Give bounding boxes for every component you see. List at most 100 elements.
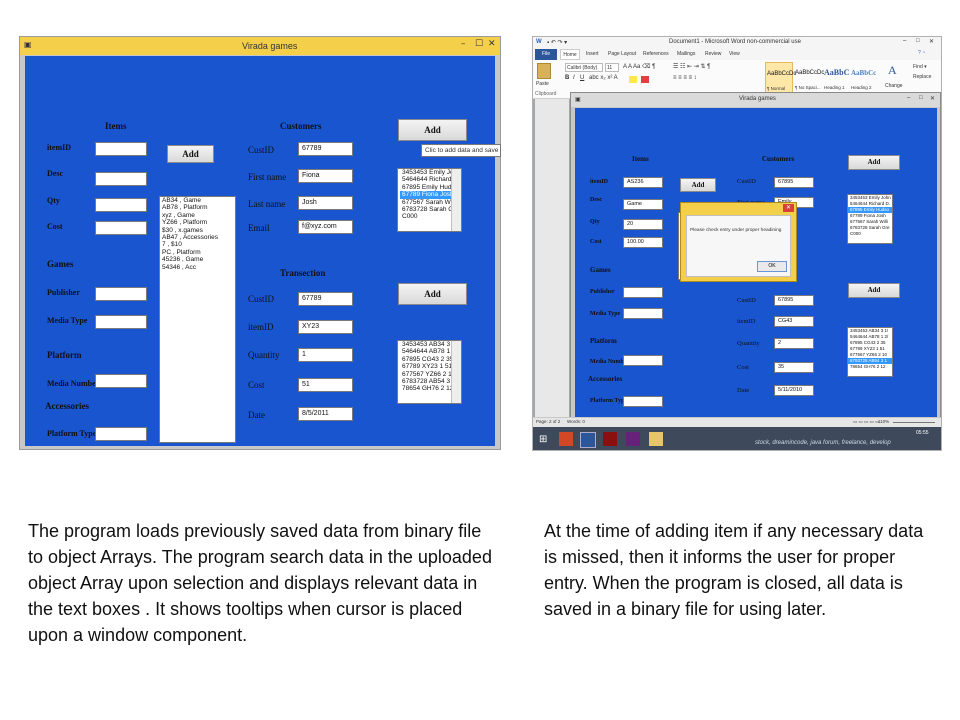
font-name-select[interactable]: Calibri (Body) (565, 63, 603, 72)
change-styles-label[interactable]: Change (885, 83, 903, 89)
tab-insert[interactable]: Insert (586, 51, 599, 57)
inner-desc-input[interactable]: Game (623, 199, 663, 210)
word-minimize-button[interactable]: – (903, 38, 906, 44)
quantity-input[interactable]: 1 (298, 348, 353, 362)
inner-add-transaction-button[interactable]: Add (848, 283, 900, 298)
inner-custid-input[interactable]: 67895 (774, 177, 814, 188)
inner-date-input[interactable]: 5/11/2010 (774, 385, 814, 396)
list-item[interactable]: AB78 , Platform (160, 204, 235, 211)
find-button[interactable]: Find ▾ (913, 64, 927, 70)
media-type-input[interactable] (95, 315, 147, 329)
close-button[interactable]: ✕ (488, 39, 496, 49)
change-styles-icon[interactable]: A (888, 63, 897, 78)
last-name-input[interactable]: Josh (298, 196, 353, 210)
list-item[interactable]: $30 , x.games (160, 227, 235, 234)
add-transaction-button[interactable]: Add (398, 283, 467, 305)
inner-add-item-button[interactable]: Add (680, 178, 716, 192)
quick-access-icon[interactable]: ▪ ↶ ↷ ▾ (547, 39, 567, 46)
list-item[interactable]: 67895 Emily Hudson (400, 184, 461, 191)
itemid-input[interactable] (95, 142, 147, 156)
style-heading-2[interactable]: AaBbCc Heading 2 (850, 62, 878, 94)
list-icons[interactable]: ☰ ☷ ⇤ ⇥ ⇅ ¶ (673, 63, 710, 70)
tab-home[interactable]: Home (560, 49, 580, 60)
file-explorer-icon[interactable] (649, 432, 663, 446)
custid-input[interactable]: 67789 (298, 142, 353, 156)
inner-platform-type-input[interactable] (623, 396, 663, 407)
inner-publisher-input[interactable] (623, 287, 663, 298)
email-input[interactable]: f@xyz.com (298, 220, 353, 234)
list-item[interactable]: xyz , Game (160, 212, 235, 219)
acrobat-icon[interactable] (603, 432, 617, 446)
list-item[interactable]: 3453453 Emily Johr (400, 169, 459, 176)
transactions-scrollbar[interactable] (451, 341, 461, 403)
style-normal[interactable]: AaBbCcDc ¶ Normal (765, 62, 796, 94)
paste-label[interactable]: Paste (536, 81, 549, 87)
list-item[interactable]: 67789 Fiona Josh (400, 191, 457, 199)
platform-type-input[interactable] (95, 427, 147, 441)
status-page[interactable]: Page: 2 of 2 (536, 419, 560, 424)
date-input[interactable]: 8/5/2011 (298, 407, 353, 421)
minimize-button[interactable]: – (461, 39, 466, 49)
list-item[interactable]: 78654 GH76 2 12 (400, 385, 457, 392)
tab-file[interactable]: File (535, 49, 557, 60)
list-item[interactable]: 5464644 Richard D. (400, 176, 460, 183)
list-item[interactable]: 677567 Sarah Willia (400, 199, 460, 206)
inner-transactions-listbox[interactable]: 3453453 AB34 3 1! 5464644 AB78 1 2/67895 … (847, 327, 893, 377)
word-maximize-button[interactable]: □ (916, 38, 920, 44)
list-item[interactable]: 67895 CG43 2 35 (400, 356, 457, 363)
start-icon[interactable]: ⊞ (539, 434, 547, 445)
transactions-listbox[interactable]: 3453453 AB34 3 1! 5464644 AB78 1 2/67895 … (397, 340, 462, 404)
list-item[interactable]: 677567 YZ66 2 10 (400, 371, 457, 378)
inner-close-button[interactable]: ✕ (930, 95, 935, 102)
list-item[interactable]: AB34 , Game (160, 197, 235, 204)
list-item[interactable]: PC , Platform (160, 249, 235, 256)
style-no-spacing[interactable]: AaBbCcDc ¶ No Spaci... (794, 62, 824, 94)
qty-input[interactable] (95, 198, 147, 212)
list-item[interactable]: C000 (400, 213, 457, 220)
inner-itemid-input[interactable]: AS236 (623, 177, 663, 188)
inner-titlebar[interactable]: ▣ Virada games – □ ✕ (571, 93, 940, 107)
maximize-button[interactable]: ☐ (475, 39, 483, 49)
italic-button[interactable]: I (573, 75, 575, 81)
tab-page-layout[interactable]: Page Layout (608, 51, 636, 57)
inner-maximize-button[interactable]: □ (919, 95, 923, 101)
add-item-button[interactable]: Add (167, 145, 214, 163)
word-icon[interactable] (580, 432, 596, 448)
highlight-icon[interactable] (629, 76, 637, 83)
inner-qty-input[interactable]: 20 (623, 219, 663, 230)
list-item[interactable]: 45236 , Game (160, 256, 235, 263)
align-icons[interactable]: ≡ ≡ ≡ ≡ ↕ (673, 75, 697, 81)
desc-input[interactable] (95, 172, 147, 186)
inner-cost-input[interactable]: 100.00 (623, 237, 663, 248)
underline-button[interactable]: U (580, 75, 584, 81)
word-close-button[interactable]: ✕ (929, 38, 934, 45)
bold-button[interactable]: B (565, 75, 569, 81)
dialog-close-button[interactable]: ✕ (783, 204, 794, 212)
inner-media-number-input[interactable] (623, 355, 663, 366)
font-effects-icon[interactable]: abc x₂ x² A (589, 75, 618, 81)
inner-media-type-input[interactable] (623, 308, 663, 319)
tab-mailings[interactable]: Mailings (677, 51, 695, 57)
replace-button[interactable]: Replace (913, 74, 931, 80)
first-name-input[interactable]: Fiona (298, 169, 353, 183)
font-size-select[interactable]: 11 (605, 63, 619, 72)
media-number-input[interactable] (95, 374, 147, 388)
list-item[interactable]: 54346 , Acc (160, 264, 235, 271)
trans-cost-input[interactable]: 51 (298, 378, 353, 392)
tab-view[interactable]: View (729, 51, 740, 57)
dialog-ok-button[interactable]: OK (757, 261, 787, 272)
inner-trans-itemid-input[interactable]: CG43 (774, 316, 814, 327)
add-customer-button[interactable]: Add (398, 119, 467, 141)
inner-quantity-input[interactable]: 2 (774, 338, 814, 349)
inner-add-customer-button[interactable]: Add (848, 155, 900, 170)
zoom-slider[interactable] (893, 422, 935, 423)
paste-icon[interactable] (537, 63, 551, 79)
inner-customers-listbox[interactable]: 3453453 Emily John 5464644 Richard D. 6789… (847, 194, 893, 244)
list-item[interactable]: 7 , $10 (160, 241, 235, 248)
word-titlebar[interactable]: W ▪ ↶ ↷ ▾ Document1 - Microsoft Word non… (533, 37, 941, 49)
list-item[interactable]: 78654 GH76 2 12 (848, 364, 892, 370)
font-color-icon[interactable] (641, 76, 649, 83)
list-item[interactable]: 6783728 Sarah Gre (400, 206, 459, 213)
customers-scrollbar[interactable] (451, 169, 461, 231)
list-item[interactable]: 3453453 AB34 3 1! (400, 341, 457, 348)
